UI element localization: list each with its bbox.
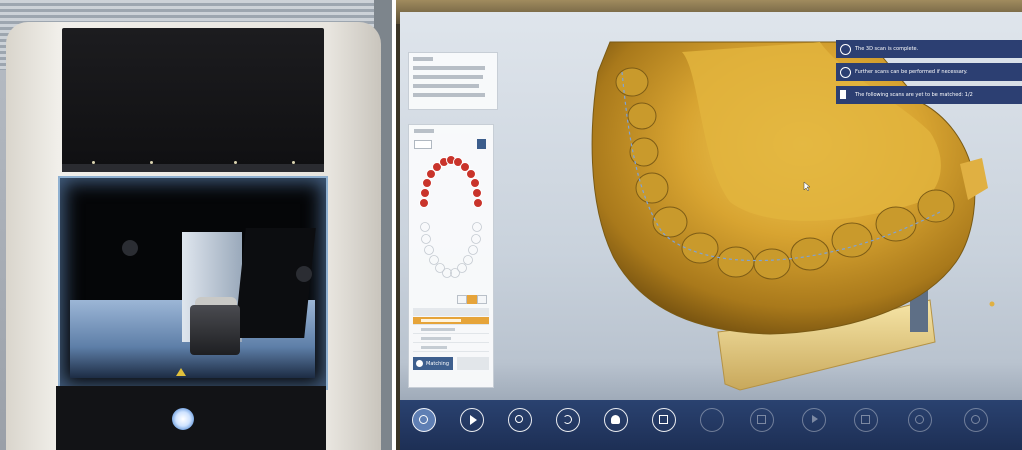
scanner-photo [0,0,392,450]
person-icon [611,415,620,424]
matching-button[interactable]: Matching [413,357,453,370]
jaw-dropdown[interactable] [414,140,432,149]
grid-button[interactable] [652,408,676,432]
scan-list-item[interactable] [413,326,489,334]
grid-icon [659,415,668,424]
case-info-panel [408,52,498,110]
matching-button-label: Matching [426,360,449,367]
software-photo: Matching The 3D scan is complete. Furthe… [396,0,1022,450]
trash-icon[interactable] [477,139,486,149]
scanner-mount [234,228,316,338]
notification-pending-matching: The following scans are yet to be matche… [836,86,1022,104]
scan-icon [419,415,428,424]
exit-button[interactable] [964,408,988,432]
notification-further-scans: Further scans can be performed if necess… [836,63,1022,81]
refresh-icon [915,415,924,424]
person-button[interactable] [604,408,628,432]
document-button[interactable] [750,408,774,432]
secondary-button[interactable] [457,357,489,370]
info-row [413,93,485,97]
undo-icon [563,415,572,424]
scan-panel: Matching [408,124,494,388]
thumbs-up-icon [840,44,851,55]
lid-screw [92,161,95,164]
info-row [413,57,433,61]
power-button[interactable] [172,408,194,430]
info-row [413,75,483,79]
lid-edge [62,164,324,172]
bottom-toolbar [400,400,1022,450]
search-button[interactable] [508,408,532,432]
model-fragment-dot [989,301,995,307]
scan-software-screen: Matching The 3D scan is complete. Furthe… [400,12,1022,450]
exit-icon [971,415,980,424]
scan-list-header [413,308,489,316]
undo-button[interactable] [556,408,580,432]
info-row [413,84,479,88]
lid-screw [292,161,295,164]
scanner-lid [62,28,324,168]
scan-list-item[interactable] [413,317,489,325]
scan-type-option-selected[interactable] [467,295,477,304]
next-icon [840,90,846,99]
frame-button[interactable] [854,408,878,432]
scan-button[interactable] [412,408,436,432]
scan-panel-title [414,129,434,133]
scan-type-option[interactable] [457,295,467,304]
play-icon [470,415,477,425]
search-icon [515,415,523,423]
scan-list-item[interactable] [413,344,489,352]
play-button[interactable] [460,408,484,432]
matching-icon [416,360,423,367]
blank-icon [707,415,716,424]
refresh-button[interactable] [908,408,932,432]
frame-icon [861,415,870,424]
tooth-chart[interactable] [415,153,487,293]
arrow-button[interactable] [802,408,826,432]
document-icon [757,415,766,424]
chamber-knob [122,240,138,256]
notification-text: The 3D scan is complete. [855,46,919,52]
notification-text: The following scans are yet to be matche… [855,92,973,98]
chamber-knob [296,266,312,282]
notification-text: Further scans can be performed if necess… [855,69,968,75]
arrow-icon [812,415,818,423]
disabled-tool-button[interactable] [700,408,724,432]
lid-screw [150,161,153,164]
info-row [413,66,485,70]
notification-scan-complete: The 3D scan is complete. [836,40,1022,58]
lid-screw [234,161,237,164]
scan-list-item[interactable] [413,335,489,343]
scan-type-option[interactable] [477,295,487,304]
scan-type-row [413,295,489,304]
warning-icon [176,368,186,376]
info-icon [840,67,851,78]
model-holder [190,305,240,355]
